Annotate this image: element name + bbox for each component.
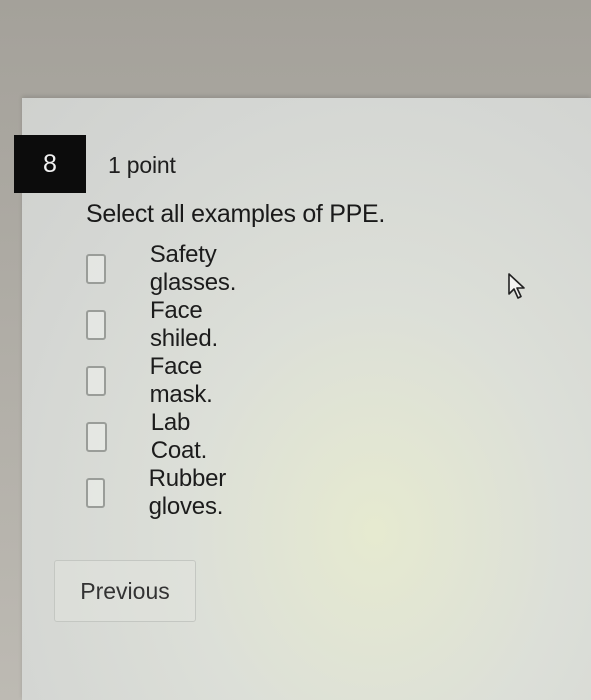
- choice-safety-glasses[interactable]: Safety glasses.: [86, 241, 246, 296]
- checkbox[interactable]: [86, 254, 106, 284]
- choice-label: Face shiled.: [149, 297, 218, 352]
- choice-label: Face mask.: [149, 353, 213, 408]
- choice-label: Lab Coat.: [150, 409, 208, 464]
- checkbox[interactable]: [86, 478, 105, 508]
- choice-label: Rubber gloves.: [148, 465, 227, 520]
- question-prompt: Select all examples of PPE.: [86, 200, 385, 228]
- question-number-badge: 8: [14, 135, 86, 193]
- choice-face-mask[interactable]: Face mask.: [86, 353, 223, 408]
- mouse-pointer-icon: [508, 273, 525, 299]
- question-number: 8: [43, 149, 57, 178]
- choice-face-shield[interactable]: Face shiled.: [86, 297, 228, 352]
- choice-lab-coat[interactable]: Lab Coat.: [86, 409, 216, 464]
- checkbox[interactable]: [86, 422, 107, 452]
- previous-button[interactable]: Previous: [54, 560, 196, 622]
- choice-rubber-gloves[interactable]: Rubber gloves.: [86, 465, 238, 520]
- checkbox[interactable]: [86, 366, 106, 396]
- question-points: 1 point: [108, 152, 176, 178]
- checkbox[interactable]: [86, 310, 106, 340]
- choice-label: Safety glasses.: [149, 241, 237, 296]
